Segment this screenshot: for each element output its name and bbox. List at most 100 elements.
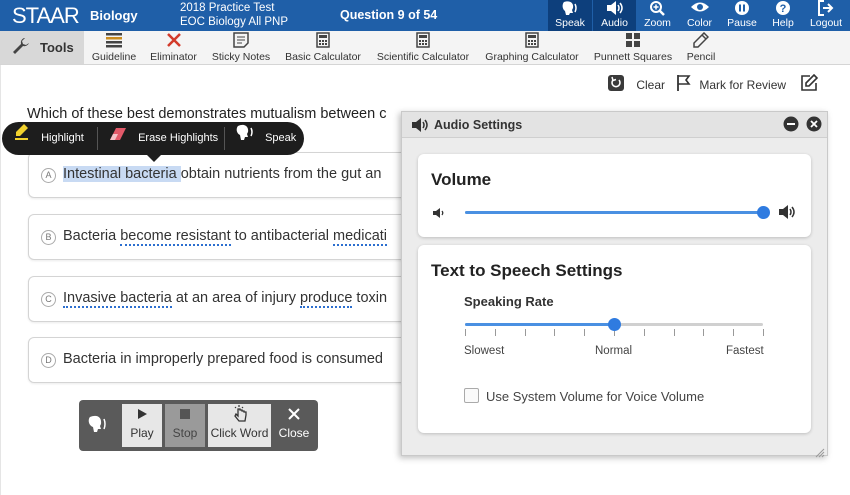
clear-button[interactable]: Clear [607,74,665,95]
play-label: Play [130,426,154,440]
tools-toolbar: Tools Guideline Eliminator Sticky Notes … [0,31,850,65]
audio-icon [593,0,636,17]
help-icon: ? [764,0,802,17]
tts-settings-card: Text to Speech Settings Speaking Rate Sl… [418,245,811,433]
sticky-notes-icon [208,32,274,51]
answer-text-part: at an area of injury [171,290,300,306]
answer-letter: C [41,292,56,307]
rate-tick [494,329,496,336]
play-icon [122,404,162,426]
sticky-notes-tool[interactable]: Sticky Notes [208,32,274,64]
volume-low-icon [432,206,446,224]
pencil-tool[interactable]: Pencil [682,31,720,64]
speaking-rate-slider-fill [465,323,614,326]
color-top-button[interactable]: Color [680,0,719,31]
audio-settings-header[interactable]: Audio Settings [402,112,827,138]
tts-settings-title: Text to Speech Settings [431,261,623,280]
rate-fastest-label: Fastest [726,345,764,357]
pause-top-button[interactable]: Pause [722,0,762,31]
logout-top-label: Logout [809,17,843,29]
zoom-top-button[interactable]: Zoom [637,0,678,31]
notes-edit-button[interactable] [800,73,819,95]
eye-icon [680,0,719,17]
calculator-icon [482,32,582,51]
rate-tick [643,329,645,336]
rate-tick [584,329,586,336]
minimize-button[interactable] [783,116,799,137]
speaking-rate-label: Speaking Rate [464,294,554,309]
answer-text-rest: obtain nutrients from the gut an [180,166,382,182]
mark-for-review-button[interactable]: Mark for Review [676,74,786,95]
speak-top-label: Speak [555,17,585,29]
highlighter-icon [14,122,30,155]
answer-text-part: Bacteria [63,228,121,244]
speak-popup-button[interactable]: Speak [236,122,296,155]
highlight-label: Highlight [41,132,84,145]
rate-slowest-label: Slowest [464,345,505,357]
left-page-border [0,65,1,495]
close-speech-button[interactable]: Close [274,404,314,447]
glossary-term[interactable]: become resistant [120,228,231,246]
resize-handle-icon[interactable] [815,445,825,463]
erase-highlights-label: Erase Highlights [138,132,219,145]
volume-slider-fill [465,211,763,214]
rate-tick [465,329,466,336]
answer-letter: A [41,168,56,183]
system-volume-checkbox[interactable] [464,388,479,403]
glossary-term[interactable]: medicati [333,228,388,246]
speak-icon [236,122,258,155]
guideline-label: Guideline [91,51,137,63]
highlight-button[interactable]: Highlight [14,122,84,155]
answer-letter: D [41,353,56,368]
close-panel-button[interactable] [806,116,822,137]
play-button[interactable]: Play [122,404,162,447]
stop-button[interactable]: Stop [165,404,205,447]
speak-top-button[interactable]: Speak [548,0,592,31]
speak-icon [88,415,112,438]
erase-highlights-button[interactable]: Erase Highlights [109,122,218,155]
eraser-icon [109,122,127,155]
graphing-calculator-tool[interactable]: Graphing Calculator [482,32,582,64]
answer-text: Bacteria become resistant to antibacteri… [63,228,388,246]
basic-calculator-tool[interactable]: Basic Calculator [282,32,364,64]
tools-tab[interactable]: Tools [0,31,84,64]
click-word-button[interactable]: Click Word [208,404,271,447]
help-top-button[interactable]: ? Help [764,0,802,31]
logout-top-button[interactable]: Logout [806,0,846,31]
clear-icon [607,74,625,95]
help-top-label: Help [772,17,794,29]
pause-icon [722,0,762,17]
calculator-icon [282,32,364,51]
audio-settings-title: Audio Settings [434,118,523,132]
speak-bar-handle[interactable] [88,414,112,439]
popup-divider [224,127,225,150]
guideline-tool[interactable]: Guideline [88,32,140,64]
rate-tick [524,329,526,336]
speaking-rate-slider-thumb[interactable] [607,318,621,331]
click-word-label: Click Word [210,426,269,440]
subject-label: Biology [90,8,138,23]
question-stem: Which of these best demonstrates mutuali… [27,106,387,122]
glossary-term[interactable]: produce [299,290,353,308]
rate-tick [763,329,764,336]
volume-title: Volume [431,170,492,189]
highlight-popup: Highlight Erase Highlights Speak [2,122,304,162]
test-title: 2018 Practice Test EOC Biology All PNP [180,1,288,29]
answer-text: Intestinal bacteria obtain nutrients fro… [63,166,381,182]
punnett-squares-tool[interactable]: Punnett Squares [589,32,677,64]
color-top-label: Color [686,17,713,29]
speak-popup-label: Speak [265,132,297,145]
grid-icon [589,32,677,51]
mark-for-review-label: Mark for Review [699,77,787,92]
test-title-line1: 2018 Practice Test [180,2,275,14]
volume-slider-thumb[interactable] [756,206,770,219]
answer-letter: B [41,230,56,245]
glossary-term[interactable]: Invasive bacteria [63,290,172,308]
scientific-calculator-tool[interactable]: Scientific Calculator [372,32,474,64]
pencil-icon [682,31,720,51]
stop-label: Stop [172,426,198,440]
tools-label: Tools [40,40,74,55]
audio-top-button[interactable]: Audio [593,0,636,31]
eliminator-tool[interactable]: Eliminator [146,32,201,64]
system-volume-label[interactable]: Use System Volume for Voice Volume [486,389,704,404]
